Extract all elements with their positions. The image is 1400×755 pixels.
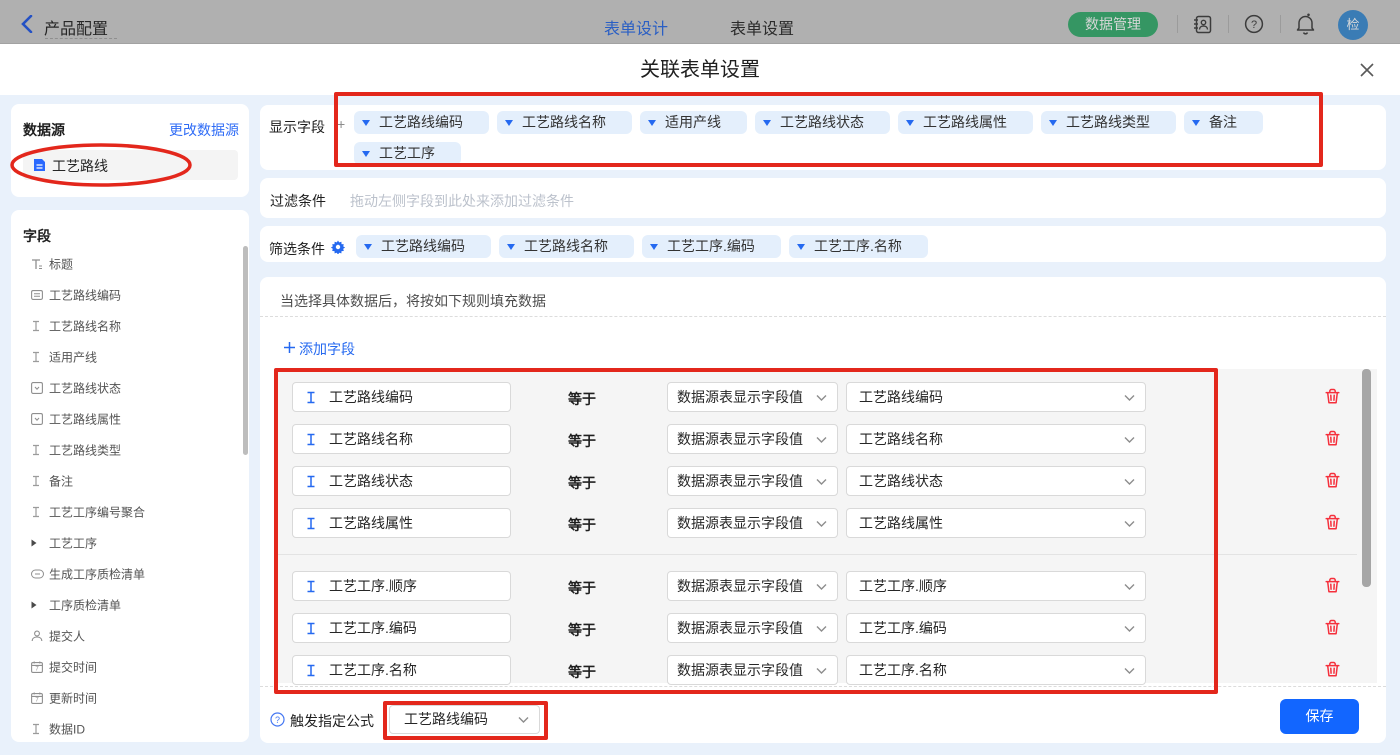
svg-text:7: 7: [35, 698, 39, 704]
svg-text:?: ?: [1251, 19, 1257, 31]
svg-text:?: ?: [275, 715, 280, 725]
svg-text:7: 7: [35, 667, 39, 673]
